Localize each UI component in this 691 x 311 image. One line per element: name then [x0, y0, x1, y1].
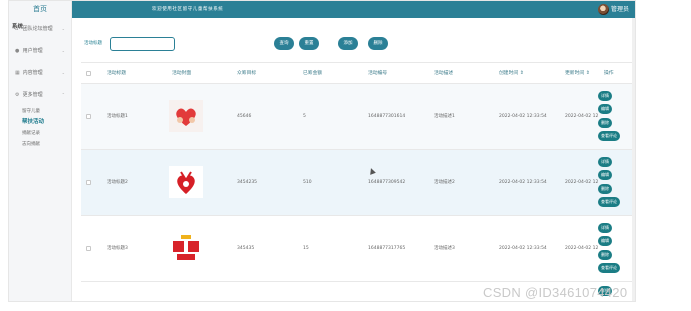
app-window: 首页 系统 ⌂ 团队论坛管理 ⌄ ● 用户管理 ⌄ ▦ 内容管理 ⌄ ⚙ 更多管…: [8, 0, 636, 302]
table-header: 活动标题 活动封面 众筹目标 已筹金额 活动编号 活动描述 创建时间 ⇕ 更新时…: [81, 62, 635, 84]
table-row[interactable]: 活动标题2 3454235 510 1648877309542 活动描述2 20…: [81, 150, 635, 216]
cell-code: 1648877309542: [368, 180, 406, 185]
activity-cover-image: [169, 232, 203, 264]
column-header[interactable]: 活动描述: [434, 63, 453, 85]
detail-button[interactable]: 详情: [598, 223, 612, 233]
cell-raised: 5: [303, 114, 306, 119]
cell-code: 1648877317765: [368, 246, 406, 251]
sidebar-item-label: 团队论坛管理: [22, 26, 53, 32]
cell-description: 活动描述1: [434, 114, 455, 119]
query-button[interactable]: 查询: [274, 37, 294, 50]
user-name[interactable]: 管理员: [611, 1, 629, 18]
sidebar-item-system[interactable]: 系统 ⌂ 团队论坛管理 ⌄: [9, 18, 71, 40]
edit-button[interactable]: 编辑: [598, 170, 612, 180]
app-title: 欢迎使用社区留守儿童帮扶系统: [152, 7, 224, 12]
cell-updated: 2022-04-02 12: [565, 246, 599, 251]
cell-created: 2022-04-02 12:33:54: [499, 246, 547, 251]
cell-updated: 2022-04-02 12: [565, 114, 599, 119]
subitem-activities[interactable]: 帮扶活动: [9, 117, 71, 128]
view-comments-button[interactable]: 查看评论: [598, 197, 620, 207]
delete-button[interactable]: 删除: [368, 37, 388, 50]
detail-button[interactable]: 详情: [598, 91, 612, 101]
scrollbar[interactable]: [632, 18, 635, 301]
top-header: 欢迎使用社区留守儿童帮扶系统 管理员: [72, 1, 635, 18]
grid-icon: ▦: [15, 70, 20, 76]
sidebar-item-label: 更多管理: [22, 92, 43, 98]
chevron-up-icon: ⌃: [61, 92, 65, 97]
sidebar-item-label: 用户管理: [22, 48, 43, 54]
reset-button[interactable]: 重置: [299, 37, 319, 50]
chevron-down-icon: ⌄: [61, 48, 65, 53]
cell-updated: 2022-04-02 12: [565, 180, 599, 185]
chevron-down-icon: ⌄: [61, 70, 65, 75]
toolbar: 活动标题 查询 重置 添加 删除: [72, 18, 635, 58]
column-header[interactable]: 活动编号: [368, 63, 387, 85]
cell-target: 345435: [237, 246, 255, 251]
search-input[interactable]: [110, 37, 175, 51]
cell-target: 3454235: [237, 180, 258, 185]
delete-row-button[interactable]: 删除: [598, 250, 612, 260]
cell-target: 45646: [237, 114, 252, 119]
sidebar-item-label: 内容管理: [22, 70, 43, 76]
row-checkbox[interactable]: [86, 246, 91, 251]
table-row[interactable]: 活动标题1 45646 5 1648877301614 活动描述1 2022-0…: [81, 84, 635, 150]
sidebar-item-content[interactable]: ▦ 内容管理 ⌄: [9, 62, 71, 84]
subitem-donations[interactable]: 捐献记录: [9, 128, 71, 139]
edit-button[interactable]: 编辑: [598, 236, 612, 246]
edit-button[interactable]: 编辑: [598, 104, 612, 114]
search-label: 活动标题: [84, 41, 102, 46]
delete-row-button[interactable]: 删除: [598, 118, 612, 128]
column-header: 操作: [604, 71, 614, 76]
column-header: 活动封面: [172, 71, 192, 76]
sidebar-item-more[interactable]: ⚙ 更多管理 ⌃: [9, 84, 71, 106]
chevron-down-icon: ⌄: [61, 26, 65, 31]
cell-code: 1648877301614: [368, 114, 406, 119]
sidebar-item-overlay: 系统: [12, 24, 24, 30]
cell-title: 活动标题2: [107, 180, 128, 185]
sidebar-item-users[interactable]: ● 用户管理 ⌄: [9, 40, 71, 62]
column-header[interactable]: 创建时间 ⇕: [499, 63, 524, 85]
cell-description: 活动描述3: [434, 246, 455, 251]
row-checkbox[interactable]: [86, 114, 91, 119]
gear-icon: ⚙: [15, 92, 20, 98]
data-table: 活动标题 活动封面 众筹目标 已筹金额 活动编号 活动描述 创建时间 ⇕ 更新时…: [81, 62, 635, 301]
table-row[interactable]: 活动标题3 345435 15 1648877317765 活动描述3 2022…: [81, 216, 635, 282]
subitem-children[interactable]: 留守儿童: [9, 106, 71, 117]
cell-raised: 510: [303, 180, 312, 185]
cell-created: 2022-04-02 12:33:54: [499, 180, 547, 185]
cell-description: 活动描述2: [434, 180, 455, 185]
column-header[interactable]: 已筹金额: [303, 63, 322, 85]
add-button[interactable]: 添加: [338, 37, 358, 50]
column-header[interactable]: 众筹目标: [237, 63, 256, 85]
view-comments-button[interactable]: 查看评论: [598, 263, 620, 273]
subitem-volunteer-donations[interactable]: 志向捐献: [9, 139, 71, 150]
watermark: CSDN @ID3461074420: [483, 285, 628, 300]
detail-button[interactable]: 详情: [598, 157, 612, 167]
select-all-checkbox[interactable]: [86, 71, 91, 76]
cell-title: 活动标题3: [107, 246, 128, 251]
cell-created: 2022-04-02 12:33:54: [499, 114, 547, 119]
row-checkbox[interactable]: [86, 180, 91, 185]
activity-cover-image: [169, 166, 203, 198]
user-icon: ●: [15, 48, 20, 54]
view-comments-button[interactable]: 查看评论: [598, 131, 620, 141]
cell-title: 活动标题1: [107, 114, 128, 119]
delete-row-button[interactable]: 删除: [598, 184, 612, 194]
column-header[interactable]: 活动标题: [107, 63, 126, 85]
activity-cover-image: [169, 100, 203, 132]
sidebar: 首页 系统 ⌂ 团队论坛管理 ⌄ ● 用户管理 ⌄ ▦ 内容管理 ⌄ ⚙ 更多管…: [9, 1, 72, 301]
column-header[interactable]: 更新时间 ⇕: [565, 63, 590, 85]
avatar[interactable]: [598, 4, 609, 15]
cell-raised: 15: [303, 246, 309, 251]
main-content: 活动标题 查询 重置 添加 删除 活动标题 活动封面 众筹目标 已筹金额 活动编…: [72, 18, 635, 301]
